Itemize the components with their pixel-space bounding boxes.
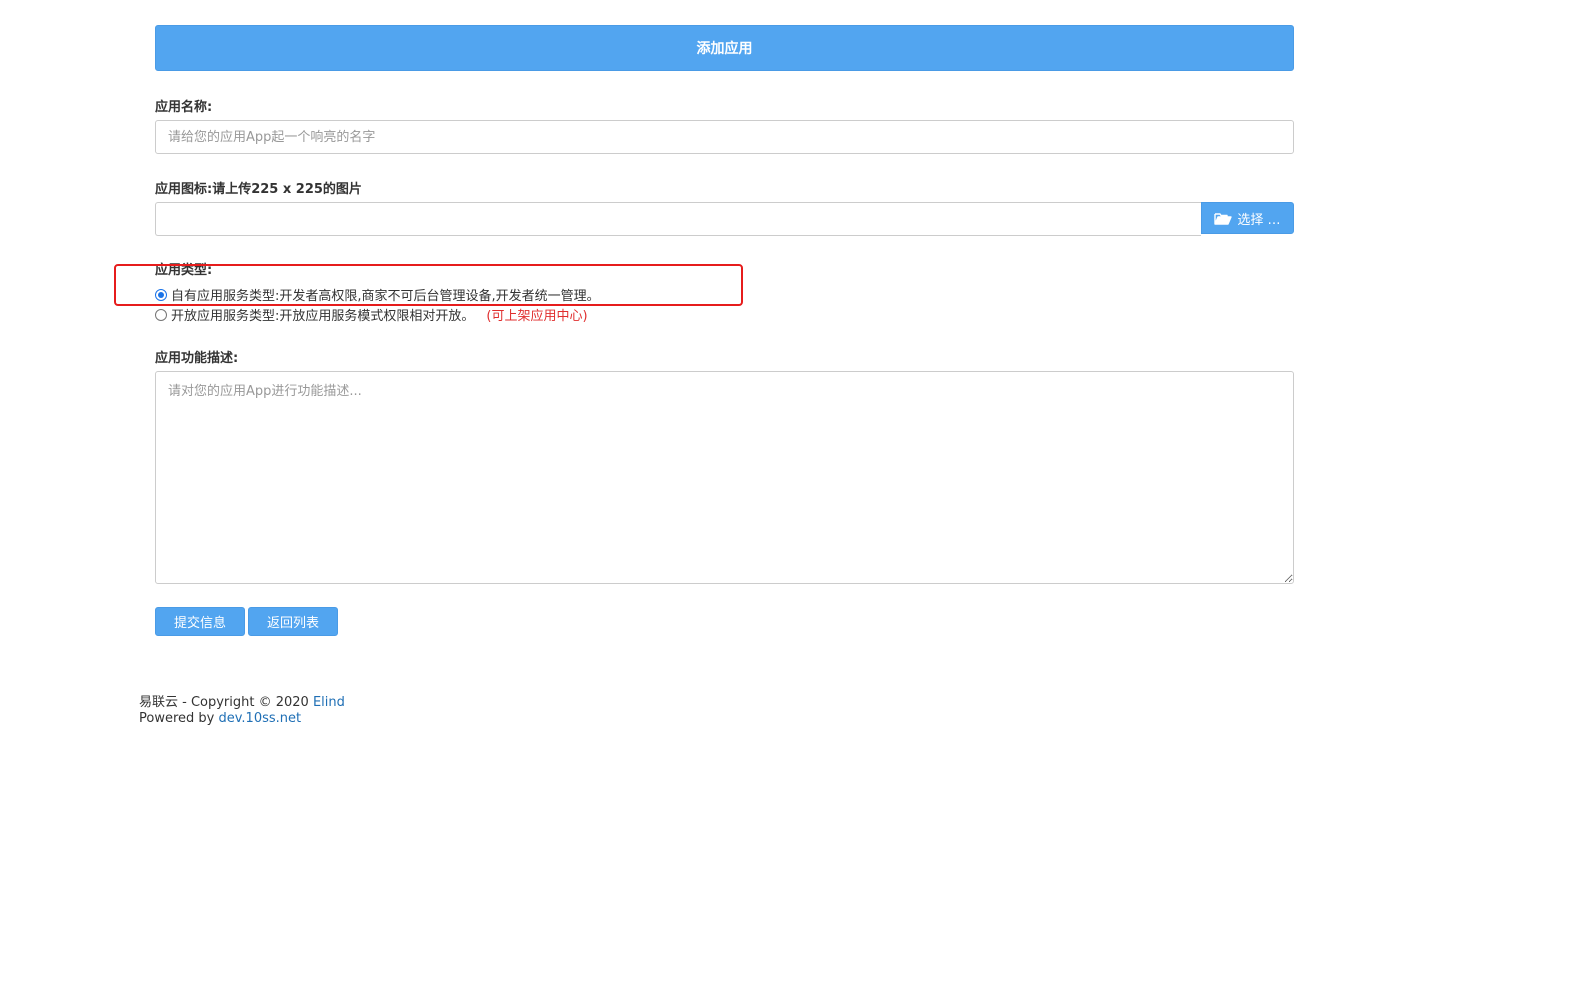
submit-button[interactable]: 提交信息 (155, 607, 245, 636)
app-name-label: 应用名称: (155, 100, 213, 115)
annotation-highlight-box (114, 264, 743, 306)
app-name-input[interactable] (155, 120, 1294, 154)
footer-copyright-text: 易联云 - Copyright © 2020 (139, 695, 313, 710)
footer-powered-text: Powered by (139, 711, 219, 726)
radio-open-app[interactable] (155, 308, 167, 321)
add-app-page: 添加应用 应用名称: 应用图标:请上传225 x 225的图片 选择 … 应用类… (0, 0, 1569, 991)
choose-file-button[interactable]: 选择 … (1201, 202, 1294, 234)
app-center-note: (可上架应用中心) (486, 309, 588, 324)
footer-powered-by: Powered by dev.10ss.net (139, 711, 301, 726)
footer-copyright: 易联云 - Copyright © 2020 Elind (139, 691, 345, 710)
folder-open-icon (1214, 212, 1233, 225)
app-icon-upload: 选择 … (155, 202, 1294, 236)
choose-file-label: 选择 … (1237, 212, 1281, 228)
app-description-label: 应用功能描述: (155, 351, 239, 366)
footer-elind-link[interactable]: Elind (313, 695, 345, 710)
app-type-option-open[interactable]: 开放应用服务类型:开放应用服务模式权限相对开放。 (可上架应用中心) (155, 305, 588, 324)
app-description-textarea[interactable] (155, 371, 1294, 584)
app-icon-file-display[interactable] (155, 202, 1201, 236)
page-title: 添加应用 (696, 41, 753, 57)
page-title-bar: 添加应用 (155, 25, 1294, 71)
app-type-option-open-label: 开放应用服务类型:开放应用服务模式权限相对开放。 (171, 309, 475, 324)
back-to-list-button[interactable]: 返回列表 (248, 607, 338, 636)
app-icon-label: 应用图标:请上传225 x 225的图片 (155, 182, 362, 197)
footer-dev-link[interactable]: dev.10ss.net (218, 711, 301, 726)
